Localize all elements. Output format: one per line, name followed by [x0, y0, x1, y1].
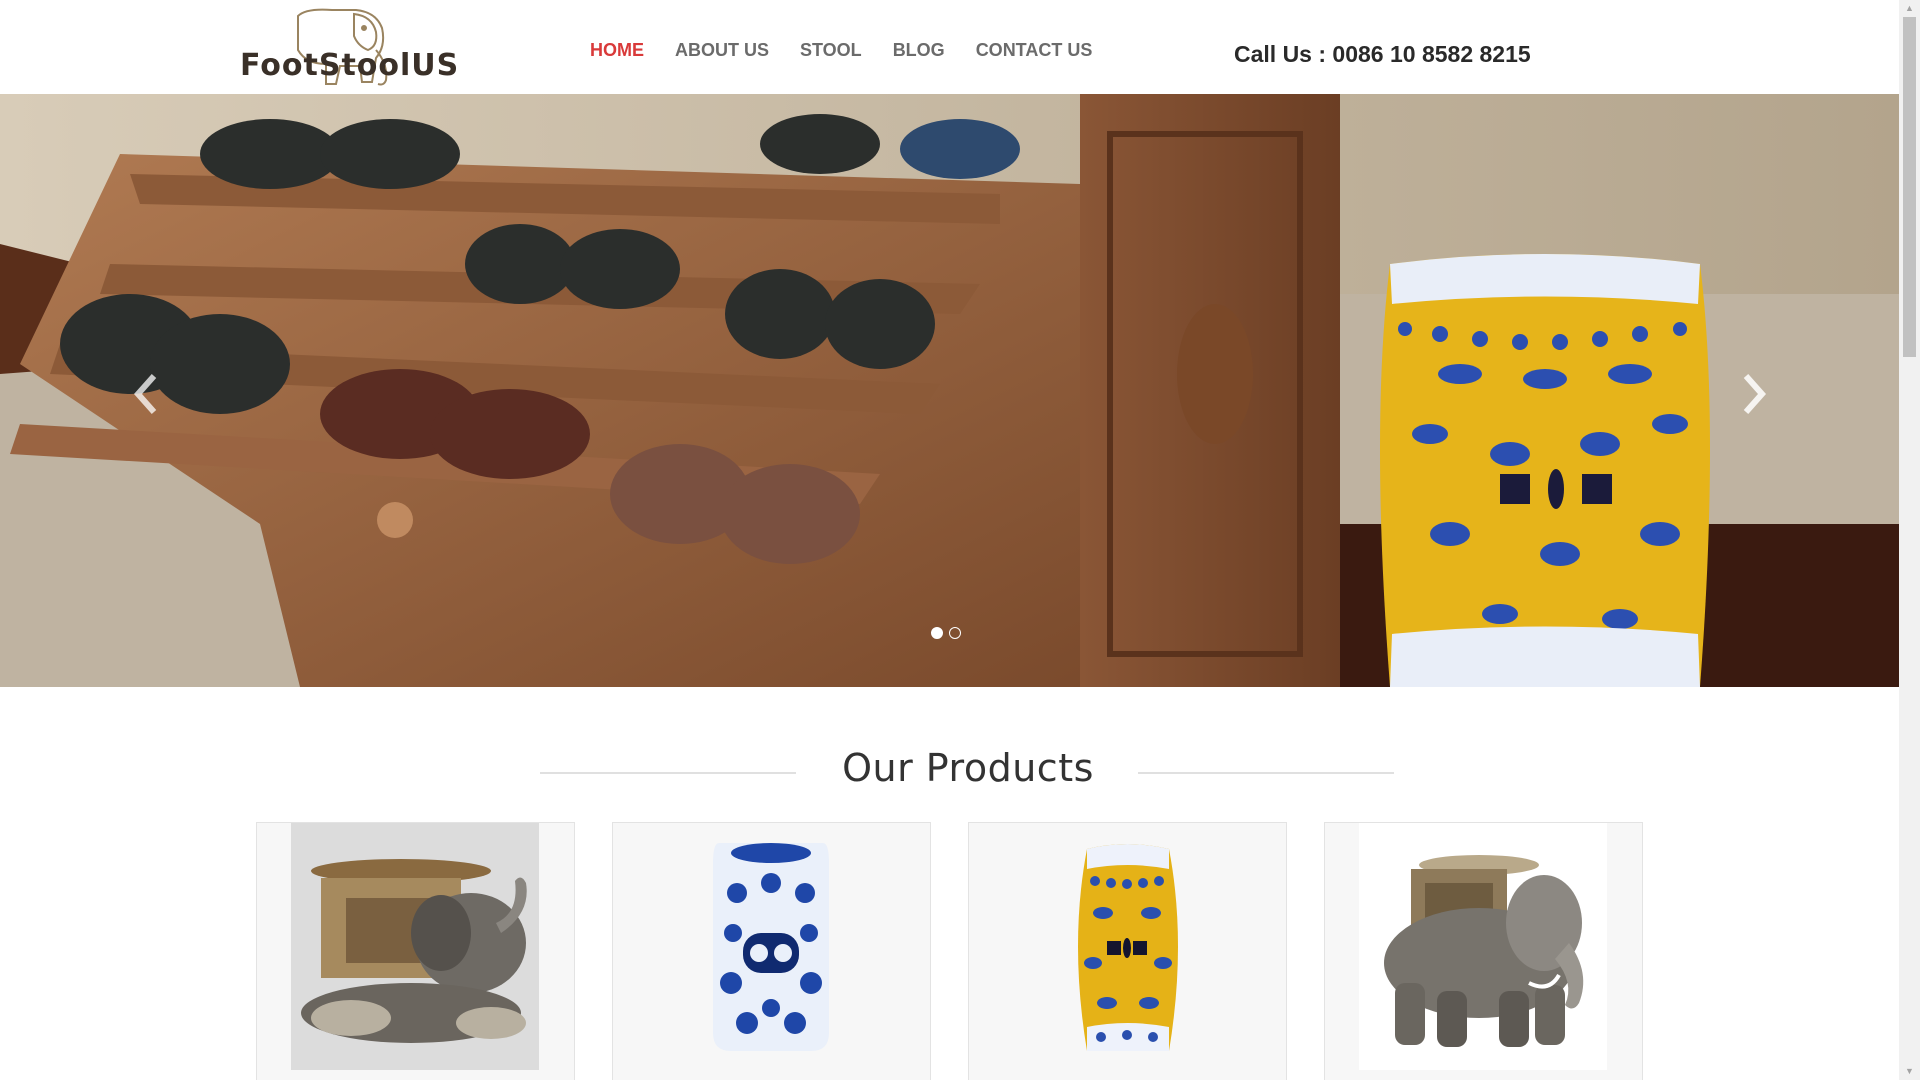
chevron-right-icon — [1743, 374, 1767, 414]
main-nav: HOME ABOUT US STOOL BLOG CONTACT US — [590, 40, 1123, 61]
hero-slide-image — [0, 94, 1899, 687]
page: FootStoolUS HOME ABOUT US STOOL BLOG CON… — [0, 0, 1920, 1080]
product-grid — [256, 822, 1643, 1080]
scrollbar-thumb[interactable] — [1903, 17, 1916, 357]
logo-text: FootStoolUS — [240, 48, 460, 83]
scroll-up-arrow-icon[interactable]: ▲ — [1899, 0, 1920, 17]
slider-dot-2[interactable] — [949, 627, 961, 639]
chevron-left-icon — [133, 374, 157, 414]
elephant-stool-reclining-image — [291, 823, 539, 1070]
nav-stool[interactable]: STOOL — [800, 40, 862, 61]
slider-dot-1[interactable] — [931, 627, 943, 639]
call-us-text: Call Us : 0086 10 8582 8215 — [1234, 41, 1531, 67]
products-heading: Our Products — [540, 740, 1396, 800]
slider-next-button[interactable] — [1734, 364, 1774, 424]
elephant-stool-standing-image — [1359, 823, 1607, 1070]
site-header: FootStoolUS HOME ABOUT US STOOL BLOG CON… — [0, 0, 1899, 94]
slider-prev-button[interactable] — [126, 364, 166, 424]
product-card-4[interactable] — [1324, 822, 1643, 1080]
nav-contact-us[interactable]: CONTACT US — [976, 40, 1093, 61]
yellow-blue-porcelain-stool-image — [1003, 823, 1251, 1070]
heading-divider-right — [1138, 772, 1394, 774]
slider-dots — [931, 627, 961, 639]
product-card-1[interactable] — [256, 822, 575, 1080]
product-card-2[interactable] — [612, 822, 931, 1080]
scroll-down-arrow-icon[interactable]: ▼ — [1899, 1063, 1920, 1080]
nav-blog[interactable]: BLOG — [893, 40, 945, 61]
nav-about-us[interactable]: ABOUT US — [675, 40, 769, 61]
vertical-scrollbar[interactable]: ▲ ▼ — [1899, 0, 1920, 1080]
site-logo[interactable]: FootStoolUS — [236, 6, 460, 92]
product-card-3[interactable] — [968, 822, 1287, 1080]
products-title: Our Products — [842, 746, 1094, 790]
hero-slider — [0, 94, 1899, 687]
nav-home[interactable]: HOME — [590, 40, 644, 61]
blue-white-porcelain-stool-image — [647, 823, 895, 1070]
